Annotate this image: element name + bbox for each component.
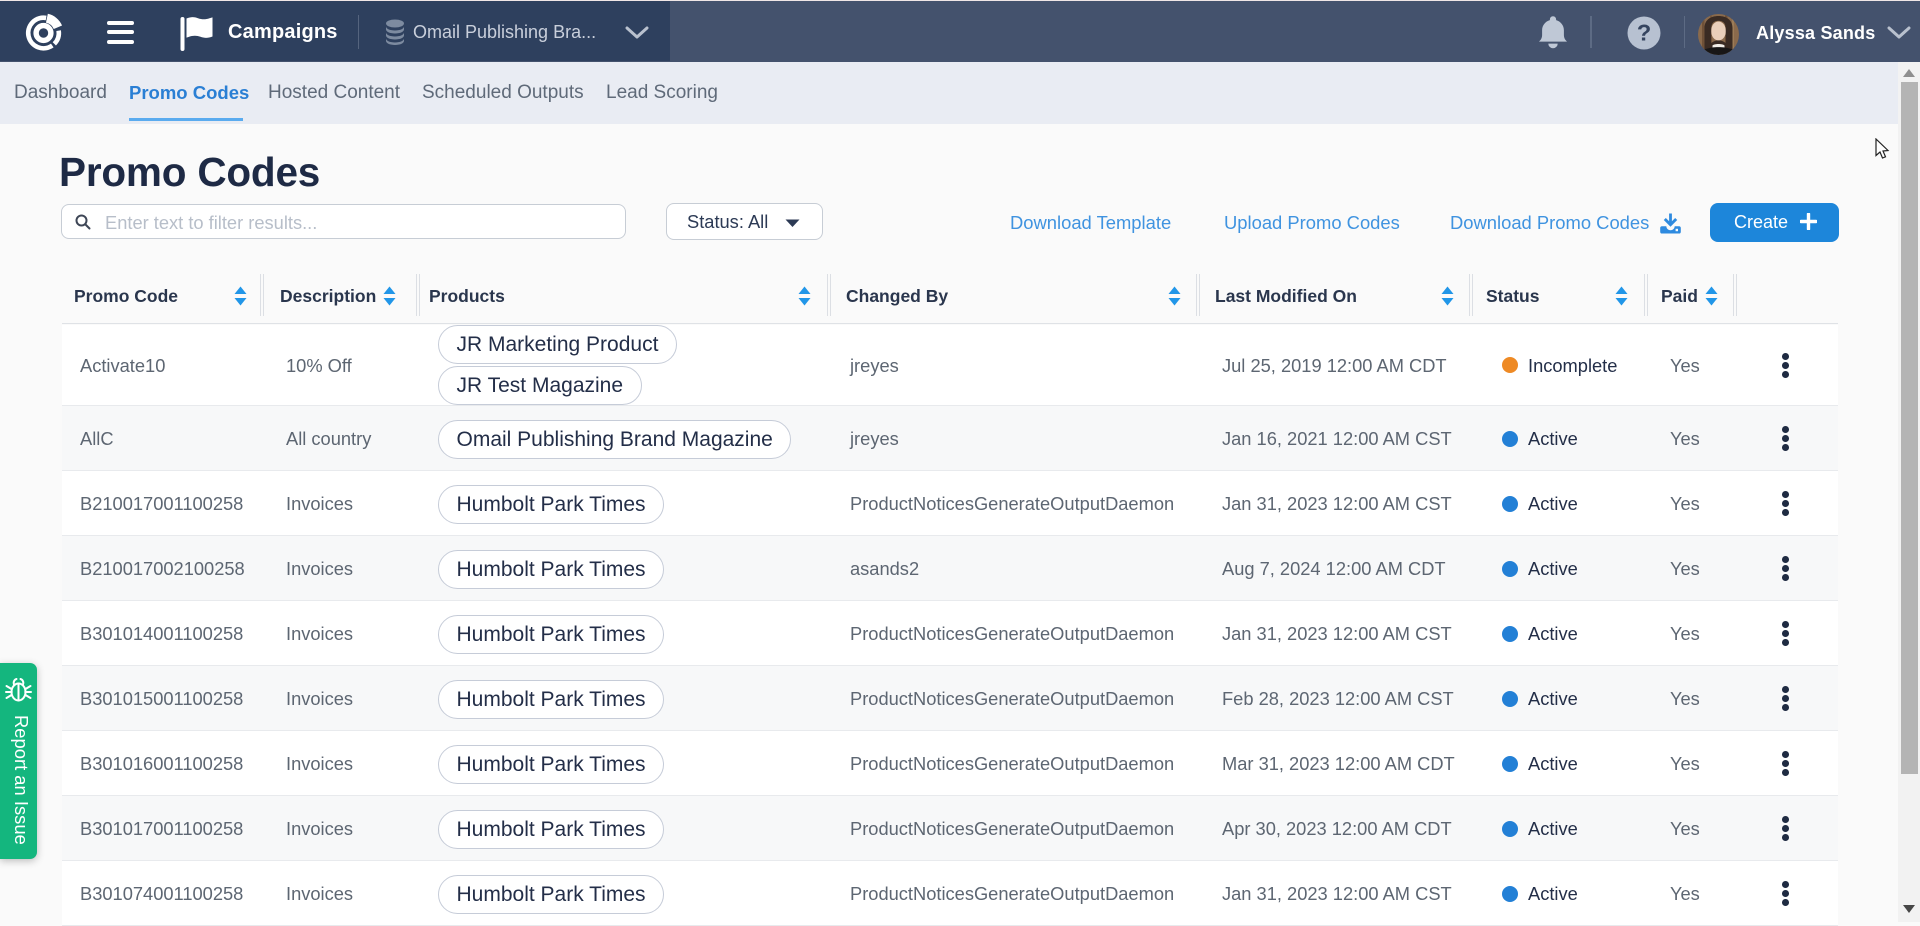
svg-text:?: ?	[1637, 20, 1651, 46]
